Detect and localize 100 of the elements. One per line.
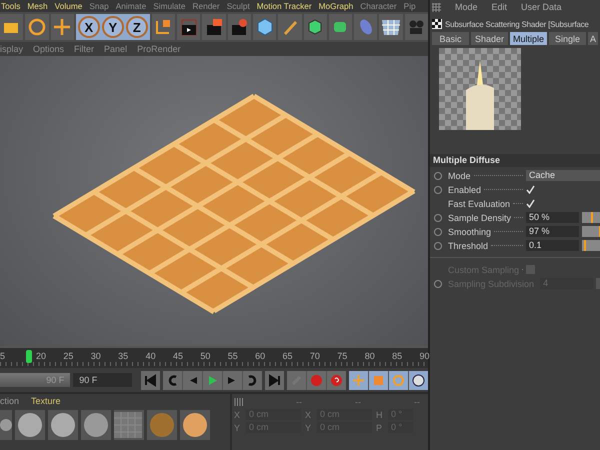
menu-item[interactable]: Animate	[116, 1, 146, 11]
skip-to-end-button[interactable]	[265, 370, 284, 390]
parameter-icon	[412, 374, 425, 386]
cube-tool-button[interactable]	[304, 14, 327, 40]
number-field[interactable]: 97 %	[526, 226, 579, 237]
parameter-button[interactable]	[409, 370, 428, 390]
menu-item[interactable]: User Data	[521, 2, 562, 12]
box-tool-button[interactable]	[0, 14, 24, 40]
slider-value: 90 F	[46, 374, 64, 387]
menu-item[interactable]: Pip	[404, 1, 416, 11]
material-swatch[interactable]	[180, 410, 210, 440]
column-header: --	[355, 396, 361, 406]
menu-item[interactable]: Simulate	[153, 1, 186, 11]
move-tool-button[interactable]	[50, 14, 74, 40]
move-button[interactable]	[349, 370, 368, 390]
tab[interactable]: Shader	[471, 32, 508, 45]
step-forward-button[interactable]	[223, 370, 242, 390]
grid-plane-tool-button[interactable]	[379, 14, 403, 40]
number-field[interactable]: 50 %	[526, 212, 579, 223]
slider-handle[interactable]	[591, 212, 593, 223]
tab[interactable]: Multiple	[510, 32, 547, 45]
axis-lock-button[interactable]: Z	[126, 16, 148, 38]
frame-number: 85	[392, 350, 404, 361]
grip-icon	[234, 398, 243, 406]
menu-item[interactable]: Mode	[455, 2, 478, 12]
material-swatch[interactable]	[0, 410, 12, 440]
material-swatch[interactable]	[114, 410, 144, 440]
axis-label: Y	[305, 422, 312, 432]
axis-lock-button[interactable]: Y	[102, 16, 124, 38]
scale-button[interactable]	[369, 370, 388, 390]
menu-item[interactable]: Mesh	[27, 1, 48, 11]
frame-number: 45	[172, 350, 184, 361]
menu-item[interactable]: isplay	[0, 44, 24, 54]
checkbox[interactable]	[526, 185, 535, 194]
keyframe-toggle[interactable]	[434, 228, 442, 236]
clapperboard-tool-button[interactable]	[228, 14, 251, 40]
number-field[interactable]: 0.1	[526, 240, 579, 251]
rotate-button[interactable]	[389, 370, 408, 390]
parameter-label: Smoothing	[448, 226, 492, 236]
axis-lock-button[interactable]: X	[78, 16, 100, 38]
frame-number: 20	[36, 350, 48, 361]
help-icon	[330, 374, 343, 386]
material-swatch[interactable]	[81, 410, 111, 440]
material-swatch[interactable]	[48, 410, 78, 440]
axis-tool-button[interactable]	[152, 14, 176, 40]
skip-to-start-button[interactable]	[141, 370, 160, 390]
material-swatch[interactable]	[147, 410, 177, 440]
sphere-icon	[147, 412, 177, 438]
pen-tool-button[interactable]	[278, 14, 302, 40]
clapperboard-icon	[204, 17, 224, 37]
tab[interactable]: A	[588, 32, 598, 45]
keyframe-toggle[interactable]	[434, 214, 442, 222]
slider-handle[interactable]	[584, 240, 586, 251]
menu-item[interactable]: Filter	[74, 44, 94, 54]
rewind-button[interactable]	[163, 370, 182, 390]
rotate-icon	[26, 17, 47, 37]
cube-tool-button[interactable]	[252, 14, 276, 40]
record-icon	[310, 374, 323, 386]
tab[interactable]: Basic	[432, 32, 469, 45]
slider-track[interactable]	[582, 226, 600, 237]
slider-track[interactable]	[582, 212, 600, 223]
menu-item[interactable]: Render	[192, 1, 220, 11]
forward-button[interactable]	[243, 370, 262, 390]
frame-number: 80	[364, 350, 376, 361]
playhead-marker[interactable]	[26, 350, 32, 363]
menu-item[interactable]: Motion Tracker	[256, 1, 312, 11]
play-button[interactable]	[203, 370, 222, 390]
rewind-icon	[166, 374, 179, 386]
clapperboard-icon	[229, 17, 250, 37]
menu-item[interactable]: Edit	[492, 2, 508, 12]
menu-item[interactable]: Options	[33, 44, 64, 54]
rotate-tool-button[interactable]	[25, 14, 49, 40]
menu-item[interactable]: ProRender	[137, 44, 181, 54]
menu-item[interactable]: Character	[360, 1, 397, 11]
end-frame-field[interactable]: 90 F	[73, 373, 132, 387]
checker-icon	[114, 412, 144, 438]
help-button[interactable]	[327, 370, 346, 390]
step-back-button[interactable]	[183, 370, 202, 390]
keyframe-toggle[interactable]	[434, 172, 442, 180]
slider-track[interactable]	[582, 240, 600, 251]
frame-number: 50	[200, 350, 212, 361]
menu-item[interactable]: Tools	[1, 1, 20, 11]
menu-item[interactable]: Snap	[89, 1, 109, 11]
menu-item[interactable]: Panel	[104, 44, 128, 54]
tab[interactable]: Single	[549, 32, 586, 45]
material-tab[interactable]: Texture	[31, 396, 61, 406]
clapperboard-tool-button[interactable]	[177, 14, 200, 40]
section-header: Multiple Diffuse	[430, 154, 600, 167]
material-tab[interactable]: ction	[0, 396, 20, 406]
menu-item[interactable]: Sculpt	[226, 1, 250, 11]
key-button[interactable]	[287, 370, 306, 390]
keyframe-toggle[interactable]	[434, 242, 442, 250]
material-swatch[interactable]	[15, 410, 45, 440]
menu-item[interactable]: MoGraph	[318, 1, 354, 11]
dropdown[interactable]: Cache	[526, 170, 600, 181]
keyframe-toggle[interactable]	[434, 186, 442, 194]
cylinder-tool-button[interactable]	[328, 14, 352, 40]
clapperboard-tool-button[interactable]	[202, 14, 226, 40]
menu-item[interactable]: Volume	[54, 1, 82, 11]
checkbox[interactable]	[526, 199, 535, 208]
